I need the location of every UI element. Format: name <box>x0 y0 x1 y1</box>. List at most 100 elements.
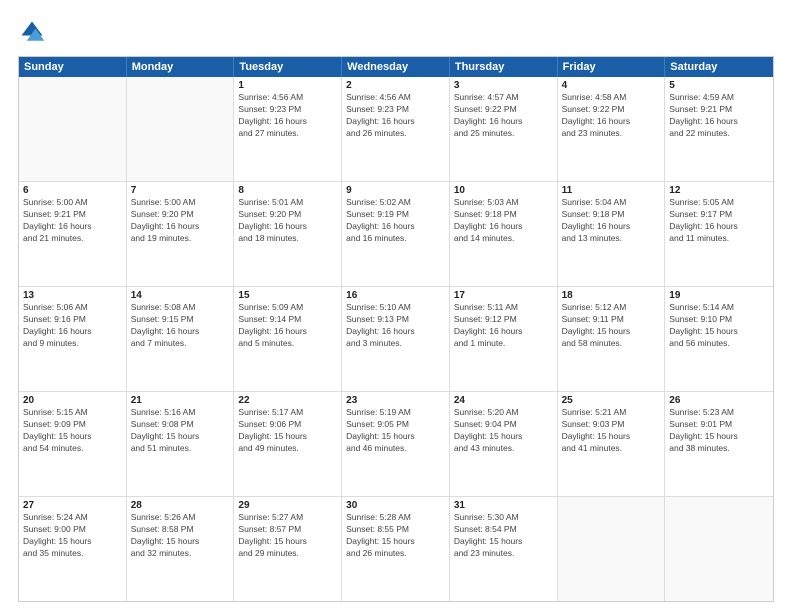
cell-line: Sunrise: 5:20 AM <box>454 407 553 419</box>
cell-line: Sunset: 9:18 PM <box>562 209 661 221</box>
day-number: 9 <box>346 185 445 196</box>
header-cell-tuesday: Tuesday <box>234 57 342 77</box>
cell-line: Daylight: 15 hours <box>669 431 769 443</box>
calendar-cell <box>558 497 666 601</box>
cell-line: Sunrise: 4:57 AM <box>454 92 553 104</box>
header-cell-friday: Friday <box>558 57 666 77</box>
cell-line: Daylight: 16 hours <box>238 116 337 128</box>
header-cell-monday: Monday <box>127 57 235 77</box>
cell-line: Daylight: 15 hours <box>454 431 553 443</box>
cell-line: Sunrise: 5:27 AM <box>238 512 337 524</box>
calendar-cell: 5Sunrise: 4:59 AMSunset: 9:21 PMDaylight… <box>665 77 773 181</box>
calendar-body: 1Sunrise: 4:56 AMSunset: 9:23 PMDaylight… <box>19 77 773 601</box>
cell-line: Daylight: 16 hours <box>669 221 769 233</box>
cell-line: Sunset: 9:05 PM <box>346 419 445 431</box>
header-cell-wednesday: Wednesday <box>342 57 450 77</box>
cell-line: and 13 minutes. <box>562 233 661 245</box>
calendar-cell: 26Sunrise: 5:23 AMSunset: 9:01 PMDayligh… <box>665 392 773 496</box>
day-number: 3 <box>454 80 553 91</box>
cell-line: Sunset: 9:06 PM <box>238 419 337 431</box>
cell-line: Sunrise: 5:24 AM <box>23 512 122 524</box>
cell-line: Daylight: 16 hours <box>23 221 122 233</box>
cell-line: Sunset: 9:20 PM <box>131 209 230 221</box>
cell-line: Sunrise: 5:28 AM <box>346 512 445 524</box>
day-number: 21 <box>131 395 230 406</box>
logo-icon <box>18 18 46 46</box>
cell-line: Sunset: 9:22 PM <box>562 104 661 116</box>
cell-line: Daylight: 16 hours <box>562 221 661 233</box>
cell-line: and 5 minutes. <box>238 338 337 350</box>
cell-line: and 54 minutes. <box>23 443 122 455</box>
cell-line: Sunset: 9:08 PM <box>131 419 230 431</box>
cell-line: Sunset: 9:16 PM <box>23 314 122 326</box>
cell-line: and 7 minutes. <box>131 338 230 350</box>
cell-line: and 23 minutes. <box>454 548 553 560</box>
cell-line: Sunrise: 4:58 AM <box>562 92 661 104</box>
cell-line: Sunrise: 5:15 AM <box>23 407 122 419</box>
cell-line: Sunrise: 5:00 AM <box>23 197 122 209</box>
day-number: 7 <box>131 185 230 196</box>
cell-line: Daylight: 15 hours <box>238 431 337 443</box>
calendar-cell <box>19 77 127 181</box>
cell-line: Sunrise: 5:04 AM <box>562 197 661 209</box>
calendar-cell: 17Sunrise: 5:11 AMSunset: 9:12 PMDayligh… <box>450 287 558 391</box>
cell-line: Sunset: 8:58 PM <box>131 524 230 536</box>
cell-line: Daylight: 16 hours <box>131 326 230 338</box>
cell-line: Daylight: 16 hours <box>346 221 445 233</box>
cell-line: Sunset: 9:14 PM <box>238 314 337 326</box>
cell-line: and 46 minutes. <box>346 443 445 455</box>
logo <box>18 18 50 46</box>
day-number: 24 <box>454 395 553 406</box>
cell-line: Sunset: 9:20 PM <box>238 209 337 221</box>
day-number: 17 <box>454 290 553 301</box>
cell-line: Daylight: 16 hours <box>454 116 553 128</box>
cell-line: and 26 minutes. <box>346 548 445 560</box>
cell-line: and 26 minutes. <box>346 128 445 140</box>
day-number: 20 <box>23 395 122 406</box>
cell-line: Sunset: 9:19 PM <box>346 209 445 221</box>
cell-line: and 19 minutes. <box>131 233 230 245</box>
calendar-cell: 6Sunrise: 5:00 AMSunset: 9:21 PMDaylight… <box>19 182 127 286</box>
day-number: 26 <box>669 395 769 406</box>
cell-line: and 16 minutes. <box>346 233 445 245</box>
calendar-cell: 25Sunrise: 5:21 AMSunset: 9:03 PMDayligh… <box>558 392 666 496</box>
cell-line: Sunset: 8:57 PM <box>238 524 337 536</box>
cell-line: and 58 minutes. <box>562 338 661 350</box>
calendar-cell: 30Sunrise: 5:28 AMSunset: 8:55 PMDayligh… <box>342 497 450 601</box>
cell-line: Sunset: 9:18 PM <box>454 209 553 221</box>
cell-line: Sunrise: 5:10 AM <box>346 302 445 314</box>
calendar-row-2: 13Sunrise: 5:06 AMSunset: 9:16 PMDayligh… <box>19 286 773 391</box>
cell-line: and 23 minutes. <box>562 128 661 140</box>
cell-line: and 32 minutes. <box>131 548 230 560</box>
cell-line: Sunrise: 5:06 AM <box>23 302 122 314</box>
calendar-cell: 23Sunrise: 5:19 AMSunset: 9:05 PMDayligh… <box>342 392 450 496</box>
header <box>18 18 774 46</box>
header-cell-saturday: Saturday <box>665 57 773 77</box>
cell-line: Sunset: 9:03 PM <box>562 419 661 431</box>
cell-line: Daylight: 16 hours <box>23 326 122 338</box>
cell-line: Sunrise: 5:03 AM <box>454 197 553 209</box>
cell-line: Sunset: 9:17 PM <box>669 209 769 221</box>
day-number: 4 <box>562 80 661 91</box>
cell-line: and 3 minutes. <box>346 338 445 350</box>
cell-line: Daylight: 15 hours <box>346 431 445 443</box>
calendar-cell: 8Sunrise: 5:01 AMSunset: 9:20 PMDaylight… <box>234 182 342 286</box>
day-number: 18 <box>562 290 661 301</box>
cell-line: Sunset: 9:10 PM <box>669 314 769 326</box>
calendar-cell: 15Sunrise: 5:09 AMSunset: 9:14 PMDayligh… <box>234 287 342 391</box>
calendar-cell: 2Sunrise: 4:56 AMSunset: 9:23 PMDaylight… <box>342 77 450 181</box>
day-number: 14 <box>131 290 230 301</box>
cell-line: and 14 minutes. <box>454 233 553 245</box>
day-number: 8 <box>238 185 337 196</box>
cell-line: and 21 minutes. <box>23 233 122 245</box>
calendar-cell: 16Sunrise: 5:10 AMSunset: 9:13 PMDayligh… <box>342 287 450 391</box>
cell-line: and 25 minutes. <box>454 128 553 140</box>
calendar-row-3: 20Sunrise: 5:15 AMSunset: 9:09 PMDayligh… <box>19 391 773 496</box>
day-number: 28 <box>131 500 230 511</box>
page: SundayMondayTuesdayWednesdayThursdayFrid… <box>0 0 792 612</box>
day-number: 2 <box>346 80 445 91</box>
cell-line: Daylight: 15 hours <box>454 536 553 548</box>
cell-line: Sunrise: 5:05 AM <box>669 197 769 209</box>
day-number: 11 <box>562 185 661 196</box>
cell-line: Sunset: 9:21 PM <box>669 104 769 116</box>
